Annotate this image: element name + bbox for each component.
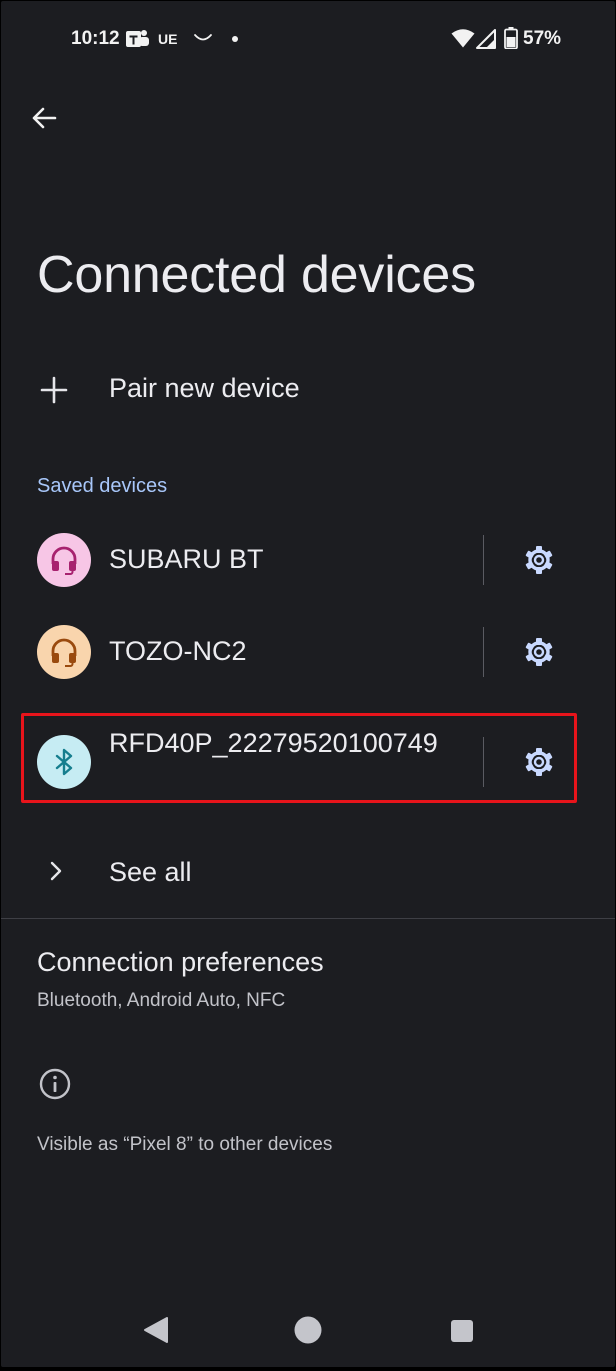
carrier-badge: UE: [158, 31, 178, 47]
headset-icon: [51, 638, 77, 667]
nav-recents-button[interactable]: [450, 1319, 474, 1343]
smile-icon: [194, 34, 212, 41]
connection-preferences-summary: Bluetooth, Android Auto, NFC: [37, 990, 286, 1011]
battery-icon: [504, 27, 518, 49]
pair-new-device-button[interactable]: Pair new device: [1, 349, 615, 429]
signal-icon: [476, 29, 496, 49]
nav-back-button[interactable]: [139, 1313, 173, 1347]
device-name: RFD40P_22279520100749: [109, 728, 438, 758]
chevron-right-icon: [50, 861, 62, 881]
device-avatar: [37, 625, 91, 679]
see-all-label: See all: [109, 857, 192, 887]
section-divider: [1, 918, 615, 919]
headset-icon: [51, 546, 77, 575]
device-divider: [483, 737, 484, 787]
teams-icon: [126, 30, 149, 47]
pair-new-device-label: Pair new device: [109, 373, 300, 403]
saved-device-row-rfd40p: RFD40P_22279520100749: [1, 715, 615, 809]
see-all-button[interactable]: See all: [1, 833, 615, 913]
gear-icon: [525, 748, 553, 776]
device-item-tozo-nc2[interactable]: TOZO-NC2: [1, 615, 483, 689]
device-settings-button[interactable]: [513, 626, 565, 678]
connected-devices-screen: 10:12 UE 57% Connected devices Pair new …: [1, 1, 615, 1367]
nav-home-button[interactable]: [293, 1315, 323, 1345]
saved-device-row-tozo: TOZO-NC2: [1, 615, 615, 689]
notification-dot: [232, 36, 238, 42]
saved-devices-heading: Saved devices: [37, 475, 168, 497]
status-bar: 10:12 UE 57%: [1, 1, 615, 79]
saved-device-row-subaru: SUBARU BT: [1, 523, 615, 597]
device-name: TOZO-NC2: [109, 636, 247, 666]
gear-icon: [525, 546, 553, 574]
visible-as-text: Visible as “Pixel 8” to other devices: [37, 1134, 333, 1155]
gear-icon: [525, 638, 553, 666]
connection-preferences-item[interactable]: Connection preferences Bluetooth, Androi…: [1, 931, 615, 1031]
arrow-back-icon: [32, 107, 57, 129]
status-time: 10:12: [71, 28, 120, 49]
info-icon: [39, 1068, 71, 1100]
device-divider: [483, 627, 484, 677]
wifi-icon: [451, 29, 475, 48]
device-avatar: [37, 735, 91, 789]
device-divider: [483, 535, 484, 585]
device-item-rfd40p[interactable]: RFD40P_22279520100749: [1, 715, 483, 809]
page-title: Connected devices: [37, 246, 476, 304]
device-name: SUBARU BT: [109, 544, 264, 574]
device-avatar: [37, 533, 91, 587]
device-settings-button[interactable]: [513, 534, 565, 586]
connection-preferences-title: Connection preferences: [37, 947, 324, 977]
battery-percentage: 57%: [523, 28, 562, 49]
plus-icon: [40, 376, 68, 404]
device-settings-button[interactable]: [513, 736, 565, 788]
bluetooth-icon: [55, 748, 73, 776]
back-button[interactable]: [23, 97, 65, 139]
device-item-subaru-bt[interactable]: SUBARU BT: [1, 523, 483, 597]
